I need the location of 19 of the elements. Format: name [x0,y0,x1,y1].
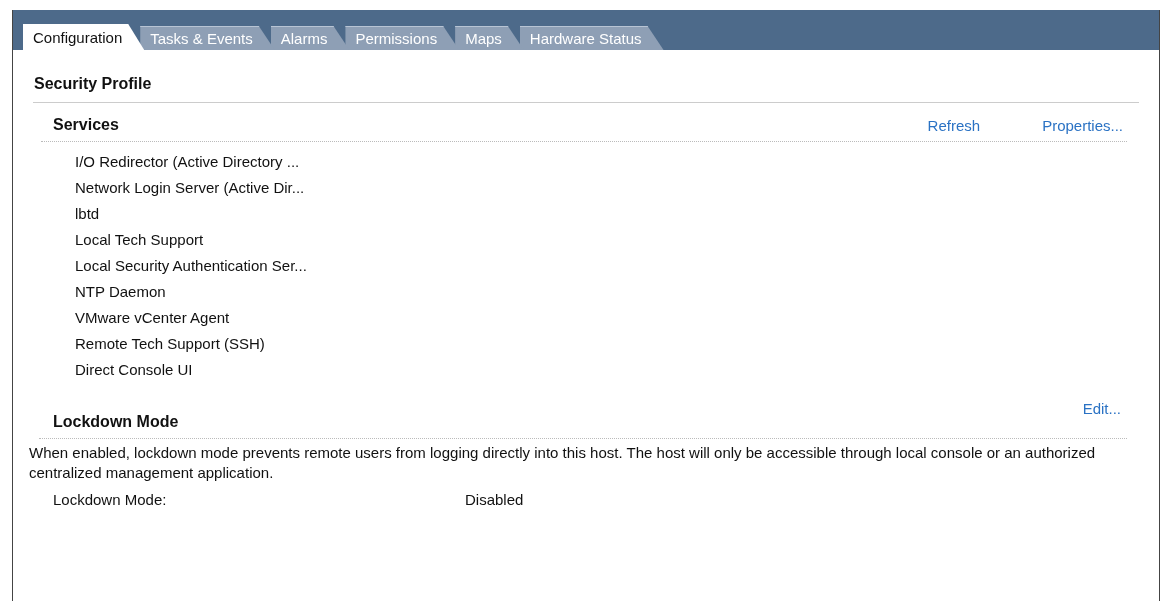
service-item[interactable]: Local Tech Support [75,230,204,250]
lockdown-description: When enabled, lockdown mode prevents remote users from logging directly into this host. The host will only be accessible through local console or an authorized centralized management application. [29,443,1097,483]
service-item[interactable]: Network Login Server (Active Dir... [75,178,305,198]
tab[interactable]: Configuration [23,24,145,50]
lockdown-heading: Lockdown Mode [53,412,179,432]
lockdown-label: Lockdown Mode: [53,490,168,510]
services-heading: Services [53,115,119,135]
action-link[interactable]: Properties... [1042,114,1123,137]
service-item[interactable]: Direct Console UI [75,360,193,380]
service-item[interactable]: VMware vCenter Agent [75,308,230,328]
service-item[interactable]: Local Security Authentication Ser... [75,256,307,276]
service-item[interactable]: lbtd [75,204,100,224]
lockdown-value: Disabled [465,490,524,510]
edit-link[interactable]: Edit... [1082,398,1127,421]
service-item[interactable]: Remote Tech Support (SSH) [75,334,265,354]
service-item[interactable]: NTP Daemon [75,282,166,302]
section-title: Security Profile [33,72,1139,103]
action-link[interactable]: Refresh [927,114,981,137]
service-item[interactable]: I/O Redirector (Active Directory ... [75,152,300,172]
